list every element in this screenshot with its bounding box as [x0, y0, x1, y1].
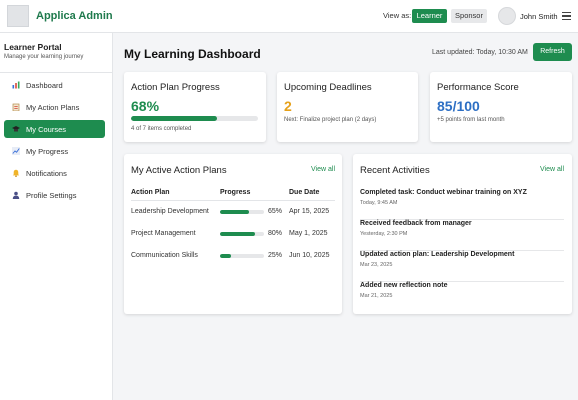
- activity-title: Updated action plan: Leadership Developm…: [360, 251, 515, 258]
- score-note: +5 points from last month: [437, 117, 505, 123]
- brand-title: Applica Admin: [36, 10, 113, 22]
- activity-item[interactable]: Completed task: Conduct webinar training…: [360, 189, 564, 220]
- view-all-activities-link[interactable]: View all: [540, 166, 564, 173]
- column-header: Action Plan: [131, 189, 170, 196]
- progress-note: 4 of 7 items completed: [131, 126, 192, 132]
- deadlines-value: 2: [284, 98, 292, 114]
- row-progress-fill: [220, 254, 231, 258]
- progress-bar-fill: [131, 116, 218, 121]
- plan-name: Communication Skills: [131, 252, 198, 259]
- recent-activities-card: Recent Activities View all Completed tas…: [353, 154, 572, 314]
- active-action-plans-card: My Active Action Plans View all Action P…: [124, 154, 342, 314]
- sidebar-item-label: Notifications: [26, 169, 67, 178]
- sidebar-item-profile-settings[interactable]: Profile Settings: [4, 186, 105, 204]
- portal-title: Learner Portal: [4, 42, 62, 52]
- activity-title: Received feedback from manager: [360, 220, 472, 227]
- clipboard-icon: [12, 103, 20, 112]
- card-title: Action Plan Progress: [131, 82, 220, 93]
- activity-title: Added new reflection note: [360, 282, 448, 289]
- plan-name: Leadership Development: [131, 208, 209, 215]
- plan-name: Project Management: [131, 230, 196, 237]
- table-row[interactable]: Project Management 80% May 1, 2025: [124, 227, 342, 249]
- refresh-button[interactable]: Refresh: [533, 43, 572, 61]
- top-header: Applica Admin View as: Learner Sponsor J…: [0, 0, 578, 33]
- logo: [7, 5, 29, 27]
- performance-score-card: Performance Score 85/100 +5 points from …: [430, 72, 572, 142]
- plan-due-date: May 1, 2025: [289, 230, 328, 237]
- activity-date: Mar 21, 2025: [360, 293, 393, 299]
- activity-item[interactable]: Updated action plan: Leadership Developm…: [360, 251, 564, 282]
- section-title: Recent Activities: [360, 165, 430, 176]
- plan-progress-label: 65%: [268, 208, 283, 215]
- plan-progress-label: 25%: [268, 252, 283, 259]
- user-icon: [12, 191, 20, 199]
- card-title: Performance Score: [437, 82, 519, 93]
- row-progress-bar: [220, 232, 264, 236]
- row-progress-bar: [220, 254, 264, 258]
- portal-subtitle: Manage your learning journey: [4, 54, 84, 60]
- row-progress-bar: [220, 210, 264, 214]
- sidebar-item-action-plans[interactable]: My Action Plans: [4, 98, 105, 116]
- avatar[interactable]: [498, 7, 516, 25]
- chart-icon: [12, 81, 20, 89]
- activity-date: Yesterday, 2:30 PM: [360, 231, 408, 237]
- sidebar-item-label: My Progress: [26, 147, 69, 156]
- plan-due-date: Jun 10, 2025: [289, 252, 330, 259]
- activity-item[interactable]: Added new reflection note Mar 21, 2025: [360, 282, 564, 313]
- column-header: Progress: [220, 189, 251, 196]
- sidebar-item-label: My Action Plans: [26, 103, 80, 112]
- view-all-action-plans-link[interactable]: View all: [311, 166, 335, 173]
- trend-icon: [12, 147, 20, 155]
- progress-value: 68%: [131, 98, 160, 114]
- sidebar: Learner Portal Manage your learning jour…: [0, 33, 113, 400]
- sidebar-item-label: Dashboard: [26, 81, 63, 90]
- view-as-label: View as:: [383, 11, 412, 20]
- column-header: Due Date: [289, 189, 320, 196]
- role-learner-button[interactable]: Learner: [412, 9, 447, 23]
- hamburger-menu-icon[interactable]: [562, 12, 571, 20]
- progress-bar: [131, 116, 258, 121]
- plan-progress-label: 80%: [268, 230, 283, 237]
- sidebar-item-label: My Courses: [26, 125, 67, 134]
- table-row[interactable]: Communication Skills 25% Jun 10, 2025: [124, 249, 342, 271]
- page-title: My Learning Dashboard: [124, 47, 261, 61]
- deadlines-note: Next: Finalize project plan (2 days): [284, 117, 377, 123]
- activity-item[interactable]: Received feedback from manager Yesterday…: [360, 220, 564, 251]
- user-name[interactable]: John Smith: [520, 12, 558, 21]
- sidebar-item-progress[interactable]: My Progress: [4, 142, 105, 160]
- plan-due-date: Apr 15, 2025: [289, 208, 330, 215]
- activity-title: Completed task: Conduct webinar training…: [360, 189, 527, 196]
- sidebar-item-courses[interactable]: My Courses: [4, 120, 105, 138]
- graduation-cap-icon: [12, 125, 20, 133]
- row-progress-fill: [220, 232, 256, 236]
- sidebar-item-dashboard[interactable]: Dashboard: [4, 76, 105, 94]
- row-progress-fill: [220, 210, 249, 214]
- card-title: Upcoming Deadlines: [284, 82, 372, 93]
- sidebar-item-notifications[interactable]: Notifications: [4, 164, 105, 182]
- score-value: 85/100: [437, 98, 480, 114]
- sidebar-item-label: Profile Settings: [26, 191, 77, 200]
- table-row[interactable]: Leadership Development 65% Apr 15, 2025: [124, 205, 342, 227]
- section-title: My Active Action Plans: [131, 165, 227, 176]
- divider: [131, 200, 335, 201]
- bell-icon: [12, 169, 20, 177]
- last-updated-text: Last updated: Today, 10:30 AM: [432, 49, 528, 56]
- activity-date: Mar 23, 2025: [360, 262, 393, 268]
- divider: [0, 72, 112, 73]
- action-plan-progress-card: Action Plan Progress 68% 4 of 7 items co…: [124, 72, 266, 142]
- role-sponsor-button[interactable]: Sponsor: [451, 9, 487, 23]
- upcoming-deadlines-card: Upcoming Deadlines 2 Next: Finalize proj…: [277, 72, 418, 142]
- activity-date: Today, 9:45 AM: [360, 200, 398, 206]
